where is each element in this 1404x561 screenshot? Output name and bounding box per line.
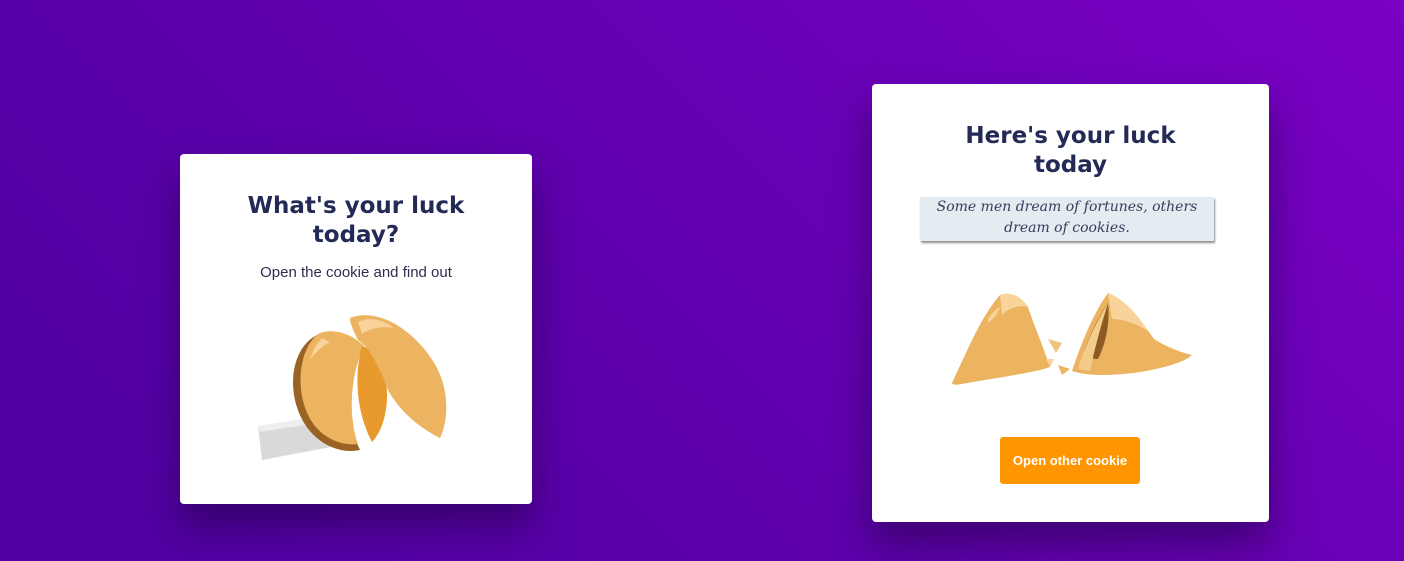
open-other-cookie-button[interactable]: Open other cookie (1000, 437, 1140, 484)
card-title: What's your luck today? (247, 193, 465, 248)
fortune-cookie-closed-icon[interactable] (250, 304, 460, 464)
closed-cookie-card: What's your luck today? Open the cookie … (180, 154, 532, 504)
fortune-message: Some men dream of fortunes, others dream… (920, 197, 1214, 241)
card-title: Here's your luck today (965, 123, 1176, 178)
page-background: { "left_card": { "title": "What's your l… (0, 0, 1404, 561)
opened-cookie-card: Here's your luck today Some men dream of… (872, 84, 1269, 522)
fortune-cookie-opened-icon (948, 289, 1194, 389)
card-subtitle: Open the cookie and find out (260, 264, 452, 281)
